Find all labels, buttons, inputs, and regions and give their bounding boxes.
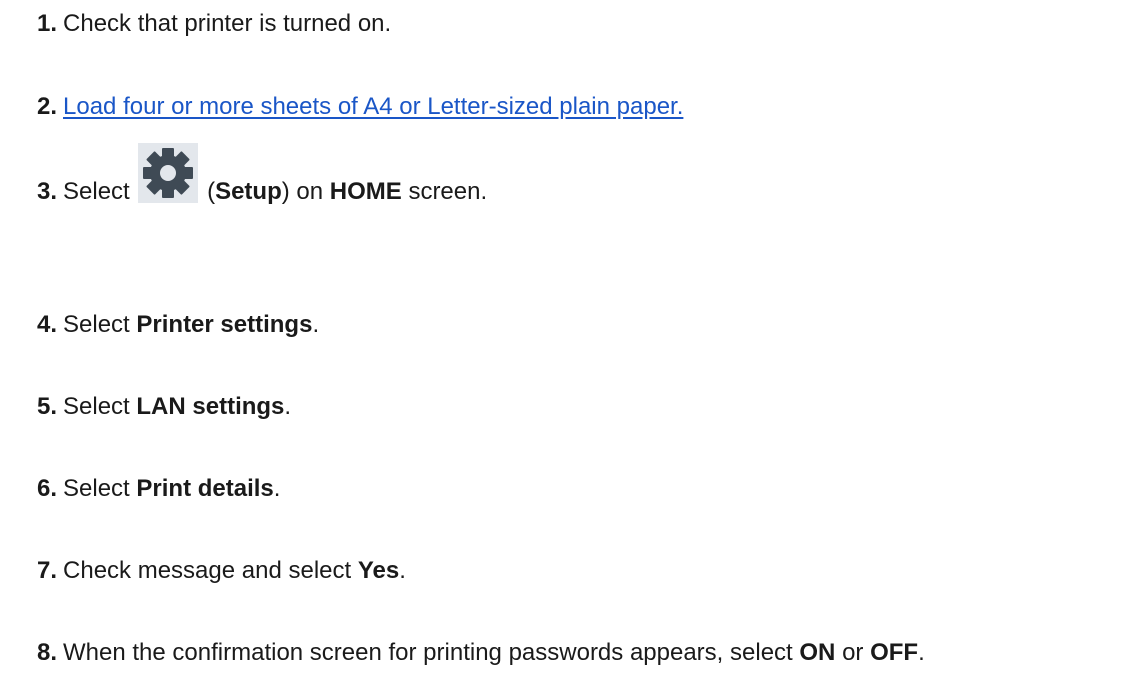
paren-open: ( <box>207 178 216 205</box>
step-text-period: . <box>273 475 281 502</box>
step-text-period: . <box>399 557 406 584</box>
step-3: 3. Select (Setup) on HOME screen. <box>37 143 487 206</box>
home-label: HOME <box>329 178 402 205</box>
yes-label: Yes <box>357 557 400 584</box>
step-text-screen: screen. <box>408 178 488 205</box>
step-text-period: . <box>918 639 925 666</box>
step-text-select: Select <box>63 311 130 338</box>
step-number: 4. <box>37 311 58 338</box>
step-6: 6. Select Print details. <box>37 475 280 503</box>
step-text-period: . <box>284 393 292 420</box>
setup-instructions: 1. Check that printer is turned on. 2. Loa… <box>0 0 1126 675</box>
step-text-confirmation: When the confirmation screen for printin… <box>63 639 793 666</box>
off-label: OFF <box>870 639 919 666</box>
step-number: 8. <box>37 639 58 666</box>
step-1: 1. Check that printer is turned on. <box>37 10 391 38</box>
step-number: 6. <box>37 475 58 502</box>
step-text-select: Select <box>63 178 130 205</box>
gear-icon <box>138 143 199 203</box>
step-text-select: Select <box>63 475 130 502</box>
load-paper-link[interactable]: Load four or more sheets of A4 or Letter… <box>63 93 683 120</box>
step-8: 8. When the confirmation screen for print… <box>37 639 925 667</box>
step-text-or: or <box>842 639 864 666</box>
step-text: Check that printer is turned on. <box>63 10 392 37</box>
step-text-on: ) on <box>281 178 324 205</box>
step-7: 7. Check message and select Yes. <box>37 557 406 585</box>
step-number: 2. <box>37 93 58 120</box>
step-number: 1. <box>37 10 58 37</box>
step-text-check: Check message and select <box>63 557 352 584</box>
print-details-label: Print details <box>136 475 274 502</box>
step-text-period: . <box>312 311 320 338</box>
step-number: 7. <box>37 557 58 584</box>
step-text-select: Select <box>63 393 130 420</box>
lan-settings-label: LAN settings <box>136 393 285 420</box>
step-number: 5. <box>37 393 58 420</box>
step-2: 2. Load four or more sheets of A4 or Lett… <box>37 93 683 121</box>
step-5: 5. Select LAN settings. <box>37 393 291 421</box>
setup-label: Setup <box>215 178 282 205</box>
on-label: ON <box>799 639 836 666</box>
step-4: 4. Select Printer settings. <box>37 311 319 339</box>
printer-settings-label: Printer settings <box>136 311 313 338</box>
step-number: 3. <box>37 178 58 205</box>
